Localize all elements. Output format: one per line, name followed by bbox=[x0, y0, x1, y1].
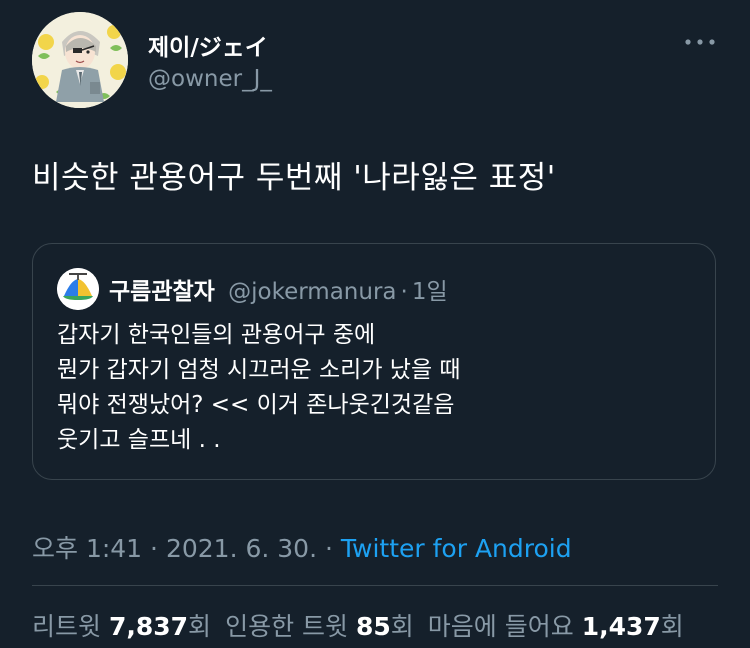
quoted-text-line: 웃기고 슬프네 . . bbox=[57, 427, 221, 453]
likes-unit: 회 bbox=[660, 612, 684, 641]
quoted-author-handle[interactable]: @jokermanura bbox=[228, 279, 396, 305]
quoted-tweet-header: 구름관찰자 @jokermanura · 1일 bbox=[109, 272, 448, 306]
quotes-unit: 회 bbox=[390, 612, 414, 641]
more-horizontal-icon bbox=[685, 39, 715, 45]
quoted-tweet-card[interactable]: 구름관찰자 @jokermanura · 1일 갑자기 한국인들의 관용어구 중에 … bbox=[32, 243, 716, 480]
quoted-separator: · bbox=[400, 279, 408, 305]
retweets-count: 7,837 bbox=[108, 612, 189, 641]
tweet-text: 비슷한 관용어구 두번째 '나라잃은 표정' bbox=[32, 160, 556, 196]
quoted-tweet-text: 갑자기 한국인들의 관용어구 중에 뭔가 갑자기 엄청 시끄러운 소리가 났을 … bbox=[57, 318, 461, 458]
retweets-unit: 회 bbox=[188, 612, 212, 641]
quoted-author-avatar bbox=[57, 268, 99, 310]
quoted-text-line: 뭔가 갑자기 엄청 시끄러운 소리가 났을 때 bbox=[57, 357, 461, 383]
author-avatar-illustration bbox=[32, 12, 128, 108]
more-options-button[interactable] bbox=[682, 34, 718, 50]
propeller-cap-icon bbox=[57, 268, 99, 310]
tweet-date[interactable]: 2021. 6. 30. bbox=[166, 534, 317, 563]
retweets-label: 리트윗 bbox=[32, 612, 102, 641]
tweet-source-link[interactable]: Twitter for Android bbox=[341, 534, 572, 563]
retweets-stat[interactable]: 리트윗 7,837회 bbox=[32, 612, 211, 641]
quotes-label: 인용한 트윗 bbox=[225, 612, 349, 641]
quotes-stat[interactable]: 인용한 트윗 85회 bbox=[225, 612, 414, 641]
likes-count: 1,437 bbox=[581, 612, 661, 641]
divider bbox=[32, 585, 718, 586]
quoted-time[interactable]: 1일 bbox=[412, 279, 448, 305]
likes-stat[interactable]: 마음에 들어요 1,437회 bbox=[428, 612, 684, 641]
meta-separator: · bbox=[324, 534, 333, 563]
tweet-meta: 오후 1:41 · 2021. 6. 30. · Twitter for And… bbox=[32, 529, 572, 565]
author-avatar[interactable] bbox=[32, 12, 128, 108]
likes-label: 마음에 들어요 bbox=[427, 612, 574, 641]
quoted-text-line: 뭐야 전쟁났어? << 이거 존나웃긴것같음 bbox=[57, 392, 455, 418]
tweet-stats: 리트윗 7,837회 인용한 트윗 85회 마음에 들어요 1,437회 bbox=[32, 607, 684, 643]
tweet-time[interactable]: 오후 1:41 bbox=[32, 534, 142, 563]
meta-separator: · bbox=[150, 534, 158, 563]
tweet-header: 제이/ジェイ @owner_J_ bbox=[32, 12, 732, 112]
quotes-count: 85 bbox=[355, 612, 391, 641]
quoted-text-line: 갑자기 한국인들의 관용어구 중에 bbox=[57, 322, 376, 348]
author-handle[interactable]: @owner_J_ bbox=[148, 66, 272, 92]
quoted-author-name[interactable]: 구름관찰자 bbox=[109, 279, 215, 305]
author-display-name[interactable]: 제이/ジェイ bbox=[148, 28, 268, 62]
